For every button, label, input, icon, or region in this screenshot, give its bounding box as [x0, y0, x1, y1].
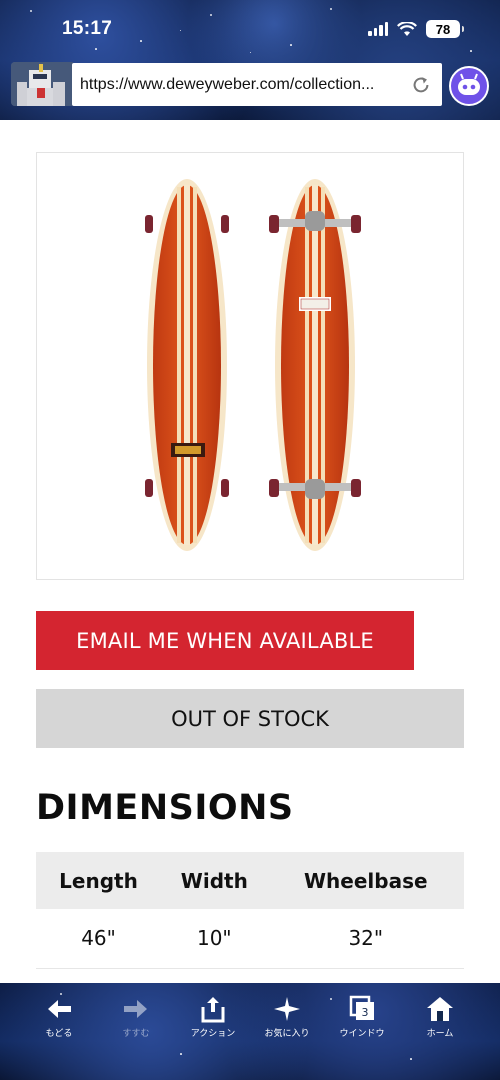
toolbar-bookmark-label: お気に入り [264, 1028, 310, 1038]
value-width: 10" [161, 909, 268, 969]
toolbar-back-button[interactable]: もどる [24, 995, 94, 1039]
browser-top-chrome: 15:17 78 https://www.deweyweber.com/coll… [0, 0, 500, 120]
browser-bottom-toolbar: もどる すすむ アクション お気に入り 3 ウインドウ ホーム [0, 983, 500, 1080]
windows-icon: 3 [349, 995, 374, 1020]
out-of-stock-button: OUT OF STOCK [36, 689, 464, 748]
toolbar-windows-button[interactable]: 3 ウインドウ [327, 995, 397, 1039]
back-arrow-icon [48, 1000, 71, 1018]
toolbar-home-button[interactable]: ホーム [405, 995, 475, 1039]
board-bottom-view [269, 179, 361, 551]
status-icons: 78 [368, 20, 464, 38]
window-count: 3 [362, 1006, 369, 1019]
email-when-available-button[interactable]: EMAIL ME WHEN AVAILABLE [36, 611, 414, 670]
dimensions-heading: DIMENSIONS [36, 788, 294, 828]
toolbar-action-button[interactable]: アクション [178, 995, 248, 1039]
home-icon [427, 997, 453, 1021]
toolbar-windows-label: ウインドウ [339, 1028, 385, 1038]
bookmark-icon [274, 997, 300, 1021]
board-top-view [145, 179, 229, 551]
assistant-bot-icon[interactable] [449, 66, 489, 106]
table-header-row: Length Width Wheelbase [36, 852, 464, 909]
address-bar[interactable]: https://www.deweyweber.com/collection... [72, 63, 442, 106]
toolbar-bookmark-button[interactable]: お気に入り [252, 995, 322, 1039]
toolbar-action-label: アクション [190, 1028, 236, 1038]
forward-arrow-icon [124, 1000, 147, 1018]
toolbar-forward-label: すすむ [122, 1028, 150, 1038]
value-length: 46" [36, 909, 162, 969]
product-image [36, 152, 464, 580]
battery-icon: 78 [426, 20, 464, 38]
toolbar-home-label: ホーム [426, 1028, 454, 1038]
url-text: https://www.deweyweber.com/collection... [80, 75, 375, 93]
toolbar-forward-button[interactable]: すすむ [101, 995, 171, 1039]
dimensions-table: Length Width Wheelbase 46" 10" 32" [36, 852, 464, 969]
stock-button-label: OUT OF STOCK [171, 706, 329, 731]
header-width: Width [161, 852, 268, 909]
value-wheelbase: 32" [267, 909, 464, 969]
cellular-signal-icon [368, 22, 388, 36]
longboard-image [145, 179, 361, 551]
email-button-label: EMAIL ME WHEN AVAILABLE [76, 628, 374, 653]
toolbar-back-label: もどる [45, 1028, 73, 1038]
wifi-icon [397, 21, 417, 36]
header-wheelbase: Wheelbase [267, 852, 464, 909]
header-length: Length [36, 852, 162, 909]
share-icon [201, 997, 225, 1023]
status-time: 15:17 [62, 18, 113, 39]
table-row: 46" 10" 32" [36, 909, 464, 969]
robot-avatar-icon[interactable] [11, 62, 75, 106]
reload-icon[interactable] [410, 74, 432, 96]
